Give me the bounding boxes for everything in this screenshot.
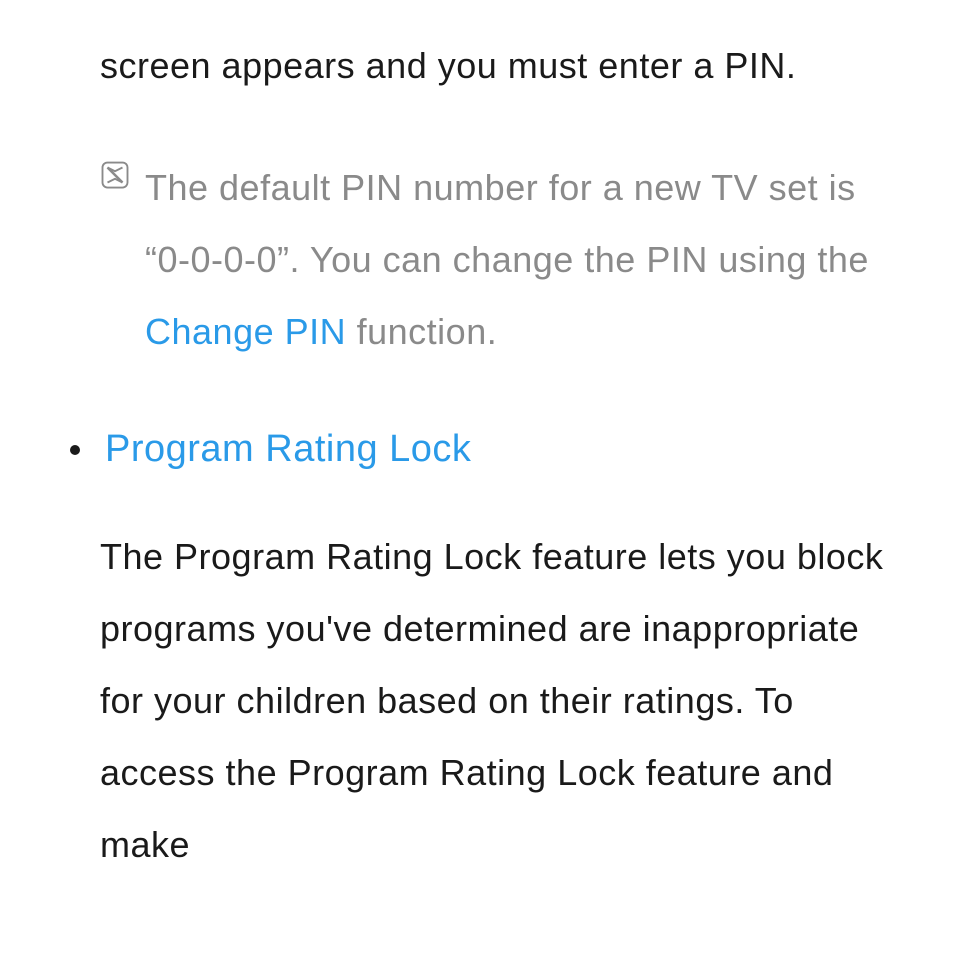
section-bullet-row: Program Rating Lock	[50, 428, 904, 471]
note-text-part1: The default PIN number for a new TV set …	[145, 167, 869, 280]
bullet-icon	[70, 445, 80, 455]
note-text: The default PIN number for a new TV set …	[145, 152, 904, 368]
change-pin-link: Change PIN	[145, 311, 346, 352]
body-paragraph: The Program Rating Lock feature lets you…	[50, 521, 904, 881]
note-block: The default PIN number for a new TV set …	[50, 152, 904, 368]
note-text-part2: function.	[346, 311, 497, 352]
section-heading: Program Rating Lock	[105, 428, 471, 471]
intro-paragraph: screen appears and you must enter a PIN.	[50, 30, 904, 102]
note-icon	[100, 160, 130, 190]
